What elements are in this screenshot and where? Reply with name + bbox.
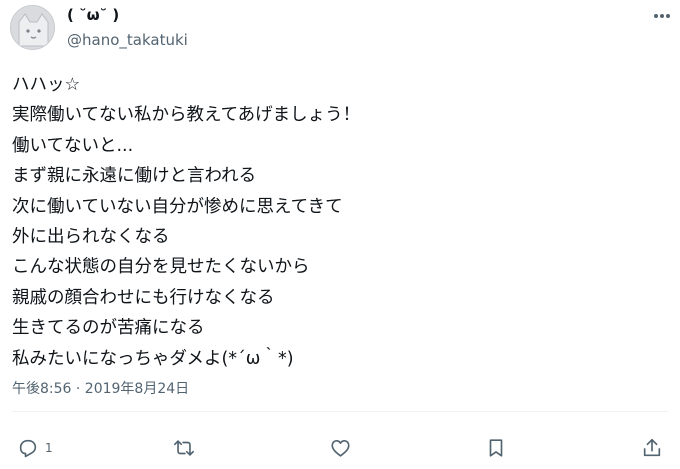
tweet-line: 外に出られなくなる	[12, 226, 170, 247]
tweet-text: ハハッ☆ 実際働いてない私から教えてあげましょう！ 働いてないと... まず親に…	[12, 70, 662, 374]
tweet-line: 私みたいになっちゃダメよ(*´ω｀*)	[12, 348, 294, 369]
reply-icon	[19, 439, 37, 458]
tweet-line: 働いてないと...	[12, 135, 134, 156]
retweet-icon	[174, 440, 194, 456]
tweet-line: こんな状態の自分を見せたくないから	[12, 257, 310, 278]
tweet-line: まず親に永遠に働けと言われる	[12, 166, 257, 187]
tweet-line: 親戚の顔合わせにも行けなくなる	[12, 287, 275, 308]
tweet-line: 実際働いてない私から教えてあげましょう！	[12, 105, 361, 126]
reply-count: 1	[45, 441, 53, 455]
like-button[interactable]	[329, 436, 352, 460]
tweet-line: 生きてるのが苦痛になる	[12, 318, 205, 339]
avatar[interactable]	[10, 5, 55, 50]
tweet-header: ( ˘ω˘ ) @hano_takatuki	[0, 0, 680, 64]
like-icon	[331, 440, 350, 457]
bookmark-icon	[489, 439, 503, 457]
share-button[interactable]	[641, 436, 663, 460]
divider	[12, 411, 668, 412]
timestamp[interactable]: 午後8:56 · 2019年8月24日	[12, 378, 189, 398]
more-button[interactable]	[648, 6, 676, 26]
reply-button[interactable]: 1	[17, 436, 53, 460]
tweet-line: ハハッ☆	[12, 75, 81, 95]
share-icon	[643, 438, 661, 457]
tweet-line: 次に働いていない自分が惨めに思えてきて	[12, 196, 343, 217]
more-icon	[654, 14, 670, 18]
retweet-button[interactable]	[172, 436, 196, 460]
bookmark-button[interactable]	[486, 436, 506, 460]
cat-face-avatar-icon	[11, 6, 54, 49]
handle[interactable]: @hano_takatuki	[67, 31, 188, 49]
display-name[interactable]: ( ˘ω˘ )	[67, 6, 119, 24]
